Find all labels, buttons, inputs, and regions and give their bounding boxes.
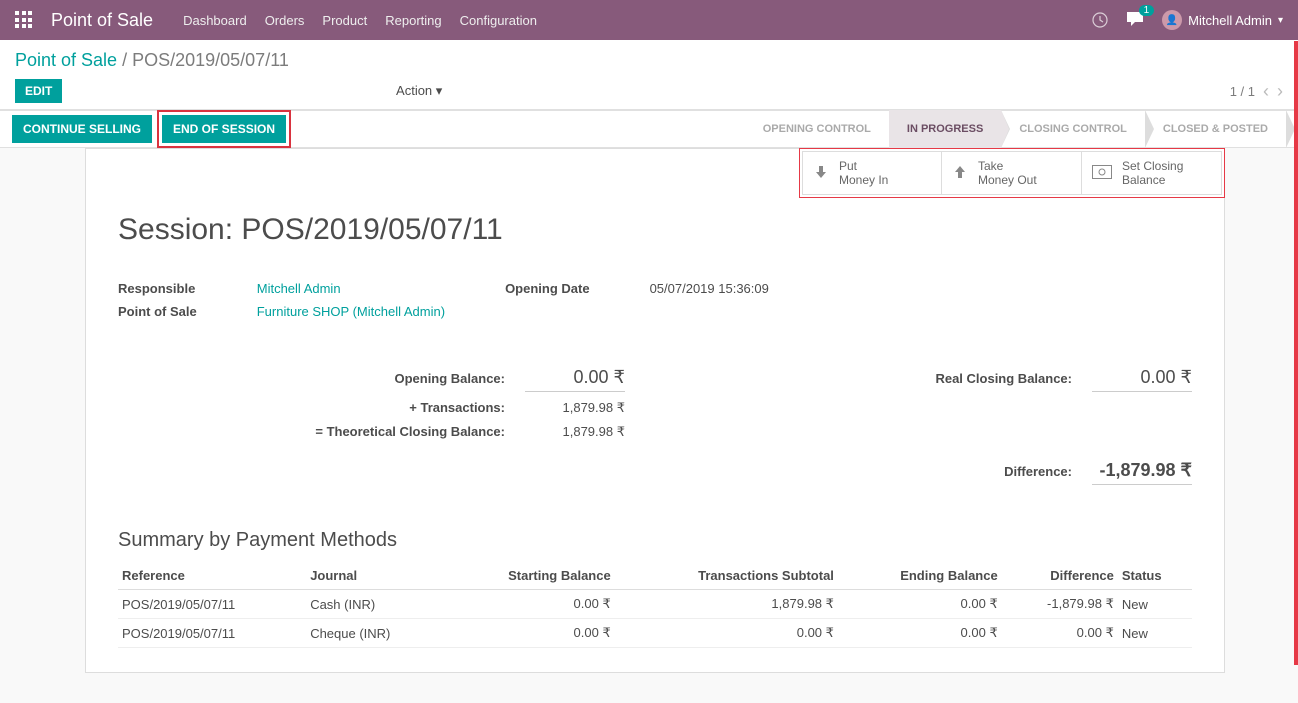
topbar: Point of Sale Dashboard Orders Product R… (0, 0, 1298, 40)
transactions-value: 1,879.98 ₹ (525, 400, 625, 416)
caret-down-icon: ▾ (436, 83, 443, 98)
th-difference: Difference (1002, 562, 1118, 590)
real-closing-value: 0.00 ₹ (1092, 367, 1192, 392)
nav-reporting[interactable]: Reporting (385, 13, 441, 28)
control-panel: Point of Sale / POS/2019/05/07/11 EDIT A… (0, 40, 1298, 110)
summary-table: Reference Journal Starting Balance Trans… (118, 562, 1192, 648)
topbar-right: 1 👤 Mitchell Admin ▾ (1092, 10, 1283, 30)
theoretical-label: = Theoretical Closing Balance: (315, 424, 505, 439)
responsible-value[interactable]: Mitchell Admin (257, 277, 445, 300)
user-name: Mitchell Admin (1188, 13, 1272, 28)
stage-in-progress[interactable]: IN PROGRESS (889, 110, 1001, 148)
stat-label: Put Money In (839, 159, 888, 188)
highlight-right-edge (1294, 41, 1298, 665)
pos-value[interactable]: Furniture SHOP (Mitchell Admin) (257, 300, 445, 323)
pager-text: 1 / 1 (1230, 84, 1255, 99)
arrow-down-icon (813, 164, 829, 183)
end-of-session-button[interactable]: END OF SESSION (162, 115, 286, 143)
transactions-label: + Transactions: (409, 400, 505, 415)
balance-left: Opening Balance: 0.00 ₹ + Transactions: 1,… (118, 363, 625, 489)
summary-title: Summary by Payment Methods (118, 529, 1192, 552)
th-starting: Starting Balance (443, 562, 615, 590)
status-row: CONTINUE SELLING END OF SESSION OPENING … (0, 110, 1298, 148)
stage-closed-posted[interactable]: CLOSED & POSTED (1145, 110, 1286, 148)
arrow-up-icon (952, 164, 968, 183)
money-icon (1092, 165, 1112, 182)
stat-label: Set Closing Balance (1122, 159, 1183, 188)
info-grid: Responsible Mitchell Admin Point of Sale… (118, 277, 1192, 323)
button-box: Put Money In Take Money Out Set Closing … (799, 148, 1225, 198)
page-title: Session: POS/2019/05/07/11 (118, 213, 1192, 247)
pos-label: Point of Sale (118, 300, 257, 323)
continue-selling-button[interactable]: CONTINUE SELLING (12, 115, 152, 143)
pager: 1 / 1 ‹ › (1230, 81, 1283, 102)
stat-label: Take Money Out (978, 159, 1037, 188)
opening-balance-label: Opening Balance: (394, 371, 505, 386)
brand[interactable]: Point of Sale (51, 10, 153, 31)
pager-prev[interactable]: ‹ (1263, 81, 1269, 102)
th-status: Status (1118, 562, 1192, 590)
avatar: 👤 (1162, 10, 1182, 30)
opening-balance-value: 0.00 ₹ (525, 367, 625, 392)
chat-icon[interactable]: 1 (1126, 11, 1144, 30)
edit-button[interactable]: EDIT (15, 79, 62, 103)
stage-closing-control[interactable]: CLOSING CONTROL (1001, 110, 1145, 148)
nav-orders[interactable]: Orders (265, 13, 305, 28)
th-reference: Reference (118, 562, 306, 590)
balance-section: Opening Balance: 0.00 ₹ + Transactions: 1,… (118, 363, 1192, 489)
nav-configuration[interactable]: Configuration (460, 13, 537, 28)
opening-date-value: 05/07/2019 15:36:09 (650, 277, 769, 323)
breadcrumb: Point of Sale / POS/2019/05/07/11 (15, 50, 1283, 71)
responsible-label: Responsible (118, 277, 257, 300)
difference-value: -1,879.98 ₹ (1092, 460, 1192, 485)
cp-row: EDIT Action ▾ 1 / 1 ‹ › (15, 79, 1283, 103)
user-menu[interactable]: 👤 Mitchell Admin ▾ (1162, 10, 1283, 30)
action-dropdown[interactable]: Action ▾ (396, 83, 442, 99)
put-money-in-button[interactable]: Put Money In (802, 151, 942, 195)
info-col-right: Opening Date 05/07/2019 15:36:09 (505, 277, 769, 323)
theoretical-value: 1,879.98 ₹ (525, 424, 625, 440)
table-row[interactable]: POS/2019/05/07/11 Cheque (INR) 0.00 ₹ 0.… (118, 619, 1192, 648)
table-row[interactable]: POS/2019/05/07/11 Cash (INR) 0.00 ₹ 1,87… (118, 590, 1192, 619)
sheet: Put Money In Take Money Out Set Closing … (85, 148, 1225, 673)
status-stages: OPENING CONTROL IN PROGRESS CLOSING CONT… (745, 111, 1286, 147)
opening-date-label: Opening Date (505, 277, 650, 323)
info-col-left: Responsible Mitchell Admin Point of Sale… (118, 277, 445, 323)
difference-label: Difference: (1004, 464, 1072, 479)
nav-product[interactable]: Product (322, 13, 367, 28)
th-subtotal: Transactions Subtotal (615, 562, 838, 590)
th-journal: Journal (306, 562, 443, 590)
take-money-out-button[interactable]: Take Money Out (942, 151, 1082, 195)
nav-dashboard[interactable]: Dashboard (183, 13, 247, 28)
th-ending: Ending Balance (838, 562, 1002, 590)
apps-icon[interactable] (15, 11, 33, 29)
balance-right: Real Closing Balance: 0.00 ₹ Difference: -… (685, 363, 1192, 489)
end-session-highlight: END OF SESSION (160, 113, 288, 145)
breadcrumb-current: POS/2019/05/07/11 (132, 50, 289, 70)
status-buttons: CONTINUE SELLING END OF SESSION (12, 111, 288, 147)
breadcrumb-root[interactable]: Point of Sale (15, 50, 117, 70)
real-closing-label: Real Closing Balance: (935, 371, 1072, 386)
topbar-left: Point of Sale Dashboard Orders Product R… (15, 10, 555, 31)
set-closing-balance-button[interactable]: Set Closing Balance (1082, 151, 1222, 195)
clock-icon[interactable] (1092, 12, 1108, 28)
chat-badge: 1 (1139, 5, 1155, 16)
stage-opening-control[interactable]: OPENING CONTROL (745, 110, 889, 148)
caret-down-icon: ▾ (1278, 15, 1283, 26)
sheet-wrap: Put Money In Take Money Out Set Closing … (0, 148, 1298, 703)
pager-next[interactable]: › (1277, 81, 1283, 102)
